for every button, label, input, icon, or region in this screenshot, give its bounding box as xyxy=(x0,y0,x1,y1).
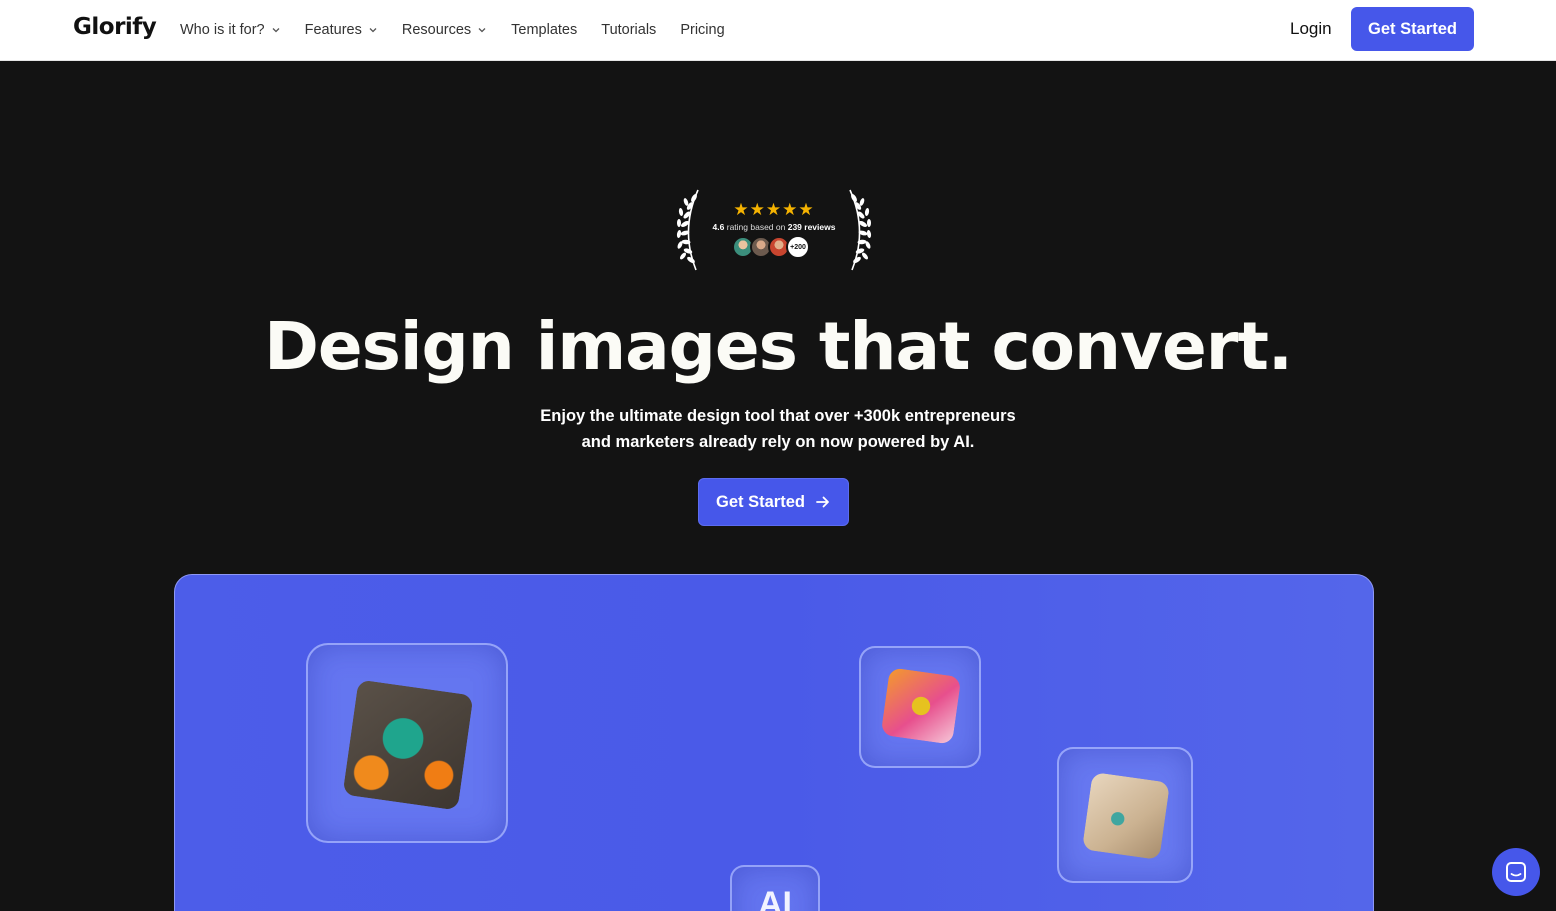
rating-summary: 4.6 rating based on 239 reviews xyxy=(676,222,872,232)
chat-icon xyxy=(1506,862,1526,882)
reviewer-avatars: +200 xyxy=(732,235,810,259)
nav-tutorials[interactable]: Tutorials xyxy=(601,22,656,38)
chevron-down-icon xyxy=(478,28,486,33)
nav-features[interactable]: Features xyxy=(305,22,378,38)
nav-pricing[interactable]: Pricing xyxy=(680,22,724,38)
nav-label: Features xyxy=(304,22,362,38)
showcase-tile-ai: AI xyxy=(730,865,820,911)
more-reviewers-count: +200 xyxy=(786,235,810,259)
site-header: Glorify Who is it for? Features Resource… xyxy=(0,0,1556,61)
hero-subtitle-line1: Enjoy the ultimate design tool that over… xyxy=(540,407,1016,425)
nav-label: Tutorials xyxy=(601,22,657,38)
teapot-product-image xyxy=(342,679,474,811)
nav-label: Pricing xyxy=(680,22,725,38)
showcase-tile-teapot xyxy=(306,643,508,843)
shoe-product-image xyxy=(1081,771,1171,861)
chat-launcher-button[interactable] xyxy=(1492,848,1540,896)
nav-label: Resources xyxy=(401,22,472,38)
hero-subtitle: Enjoy the ultimate design tool that over… xyxy=(0,403,1556,455)
showcase-tile-shoe xyxy=(1057,747,1193,883)
hero-cta-label: Get Started xyxy=(716,492,805,511)
login-link[interactable]: Login xyxy=(1290,19,1332,39)
glorify-logo[interactable]: Glorify xyxy=(73,14,157,40)
rating-score: 4.6 xyxy=(712,222,725,232)
nav-resources[interactable]: Resources xyxy=(402,22,487,38)
hero-title: Design images that convert. xyxy=(264,308,1293,385)
rating-badge: ★★★★★ 4.6 rating based on 239 reviews +2… xyxy=(676,186,872,274)
hero-get-started-button[interactable]: Get Started xyxy=(698,478,849,526)
nav-who-is-it-for[interactable]: Who is it for? xyxy=(180,22,281,38)
nav-label: Who is it for? xyxy=(180,22,265,38)
arrow-right-icon xyxy=(816,496,829,508)
chevron-down-icon xyxy=(369,28,377,33)
main-nav: Who is it for? Features Resources Templa… xyxy=(180,0,749,60)
header-get-started-button[interactable]: Get Started xyxy=(1351,7,1474,51)
watch-product-image xyxy=(880,667,962,745)
nav-label: Templates xyxy=(511,22,578,38)
showcase-panel: AI xyxy=(174,574,1374,911)
hero-subtitle-line2: and marketers already rely on now powere… xyxy=(581,433,975,451)
showcase-tile-watch xyxy=(859,646,981,768)
ai-label: AI xyxy=(758,885,792,911)
rating-reviews: 239 reviews xyxy=(787,222,836,232)
star-rating-icon: ★★★★★ xyxy=(733,200,815,219)
chevron-down-icon xyxy=(272,28,280,33)
nav-templates[interactable]: Templates xyxy=(511,22,577,38)
rating-text-mid: rating based on xyxy=(726,222,786,232)
